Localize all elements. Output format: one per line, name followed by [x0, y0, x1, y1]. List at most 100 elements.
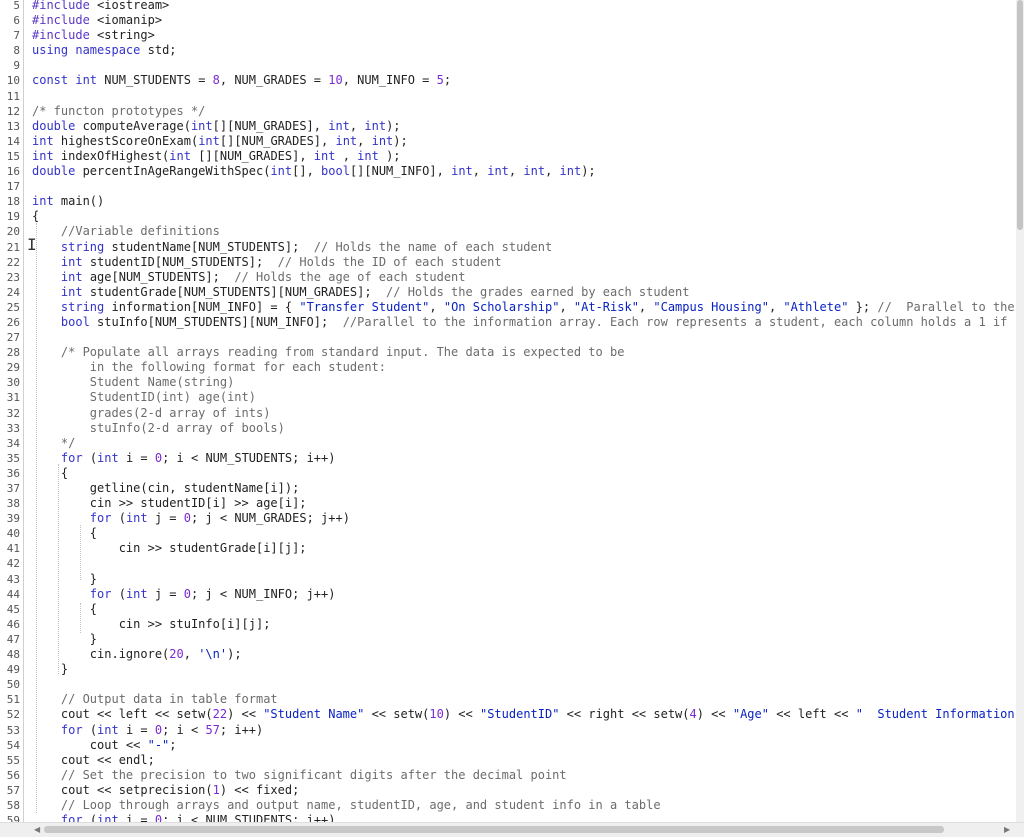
line-number: 50	[0, 677, 24, 693]
code-text: // Output data in table format	[60, 692, 278, 707]
line-number: 15	[0, 148, 24, 165]
code-text: {	[32, 601, 98, 616]
arrow-left-icon[interactable]: ◀	[34, 823, 40, 837]
horizontal-scroll-thumb[interactable]	[44, 826, 944, 833]
line-number: 25	[0, 299, 24, 315]
line-number: 40	[0, 526, 24, 542]
line-number: 36	[0, 465, 24, 481]
line-number: 58	[0, 797, 24, 814]
code-text: // Loop through arrays and output name, …	[60, 797, 661, 812]
line-number: 7	[0, 28, 24, 44]
indent-guide	[36, 223, 37, 813]
line-number: 54	[0, 737, 24, 753]
line-number: 52	[0, 707, 24, 723]
line-number: 33	[0, 420, 24, 436]
code-text: // Set the precision to two significant …	[60, 767, 567, 782]
line-number: 34	[0, 435, 24, 451]
code-text: cout << endl;	[32, 752, 155, 767]
line-number: 13	[0, 118, 24, 134]
line-number: 31	[0, 390, 24, 406]
line-number: 14	[0, 133, 24, 149]
code-text: int indexOfHighest(int [][NUM_GRADES], i…	[32, 148, 401, 163]
line-number: 20	[0, 224, 24, 240]
code-text: cout << setprecision(1) << fixed;	[32, 782, 300, 797]
code-text: stuInfo(2-d array of bools)	[32, 420, 285, 435]
line-number: 38	[0, 496, 24, 512]
code-text: double percentInAgeRangeWithSpec(int[], …	[32, 164, 596, 179]
line-number: 12	[0, 103, 24, 119]
code-text: cin >> stuInfo[i][j];	[32, 616, 271, 631]
code-text: #include <iostream>	[32, 0, 170, 12]
code-text: in the following format for each student…	[32, 360, 387, 375]
code-text: StudentID(int) age(int)	[32, 390, 256, 405]
code-text: bool stuInfo[NUM_STUDENTS][NUM_INFO]; //…	[60, 314, 1008, 329]
line-number: 30	[0, 375, 24, 391]
code-text: cin >> studentID[i] >> age[i];	[32, 496, 307, 511]
line-number: 55	[0, 752, 24, 768]
line-number: 9	[0, 58, 24, 74]
code-text: Student Name(string)	[32, 375, 235, 390]
line-number: 49	[0, 662, 24, 678]
line-number: 8	[0, 43, 24, 59]
code-text: getline(cin, studentName[i]);	[32, 481, 300, 495]
line-number: 17	[0, 179, 24, 195]
code-text: string information[NUM_INFO] = { "Transf…	[60, 299, 1015, 314]
code-editor[interactable]: 5 #include <iostream> 6 #include <iomanip> 7…	[0, 0, 1016, 823]
code-text: */	[32, 435, 76, 450]
code-text: for (int i = 0; i < 57; i++)	[60, 722, 264, 737]
line-number: 29	[0, 360, 24, 376]
code-text: #include <string>	[32, 28, 155, 43]
arrow-right-icon[interactable]: ▶	[1004, 823, 1010, 837]
code-text: string studentName[NUM_STUDENTS]; // Hol…	[60, 239, 553, 254]
code-text: for (int j = 0; j < NUM_INFO; j++)	[89, 586, 336, 601]
code-text: grades(2-d array of ints)	[32, 405, 271, 420]
line-number: 41	[0, 541, 24, 557]
line-number: 27	[0, 330, 24, 346]
code-text: int studentGrade[NUM_STUDENTS][NUM_GRADE…	[60, 284, 690, 299]
line-number: 18	[0, 194, 24, 210]
code-text: int highestScoreOnExam(int[][NUM_GRADES]…	[32, 133, 408, 148]
code-text: /* Populate all arrays reading from stan…	[32, 345, 625, 360]
line-number: 43	[0, 571, 24, 587]
line-number: 23	[0, 269, 24, 285]
line-number: 32	[0, 405, 24, 421]
line-number: 57	[0, 782, 24, 798]
line-number: 53	[0, 722, 24, 738]
line-number: 46	[0, 616, 24, 632]
code-text: cin.ignore(20, '\n');	[32, 647, 242, 662]
i-beam-cursor-icon: I	[27, 235, 37, 254]
line-number: 16	[0, 164, 24, 180]
line-number: 10	[0, 73, 24, 89]
code-text: }	[32, 631, 98, 646]
line-number: 39	[0, 511, 24, 527]
line-number: 45	[0, 601, 24, 617]
line-number: 48	[0, 647, 24, 663]
vertical-scrollbar[interactable]	[1016, 0, 1024, 823]
line-number: 26	[0, 314, 24, 331]
horizontal-scrollbar[interactable]: ◀ ▶	[0, 822, 1024, 837]
code-text: {	[32, 526, 98, 541]
line-number: 51	[0, 692, 24, 708]
code-text: int studentID[NUM_STUDENTS]; // Holds th…	[60, 254, 502, 269]
code-text: cout << left << setw(22) << "Student Nam…	[32, 707, 1015, 722]
indent-guide	[80, 603, 81, 633]
code-text: #include <iomanip>	[32, 13, 163, 28]
code-text: //Variable definitions	[60, 224, 220, 239]
line-number: 56	[0, 767, 24, 783]
code-text: int main()	[32, 194, 105, 209]
line-number: 28	[0, 345, 24, 361]
line-number: 11	[0, 88, 24, 104]
line-number: 19	[0, 209, 24, 225]
code-text: int age[NUM_STUDENTS]; // Holds the age …	[60, 269, 466, 284]
vertical-scroll-thumb[interactable]	[1017, 0, 1023, 230]
line-number: 24	[0, 284, 24, 300]
line-number: 37	[0, 481, 24, 497]
code-text: double computeAverage(int[][NUM_GRADES],…	[32, 118, 401, 133]
code-text: }	[32, 571, 98, 586]
line-number: 21	[0, 239, 24, 255]
line-number: 47	[0, 631, 24, 648]
indent-guide	[80, 525, 81, 580]
line-number: 35	[0, 450, 24, 466]
code-text: for (int i = 0; i < NUM_STUDENTS; i++)	[60, 450, 336, 465]
line-number: 5	[0, 0, 24, 14]
